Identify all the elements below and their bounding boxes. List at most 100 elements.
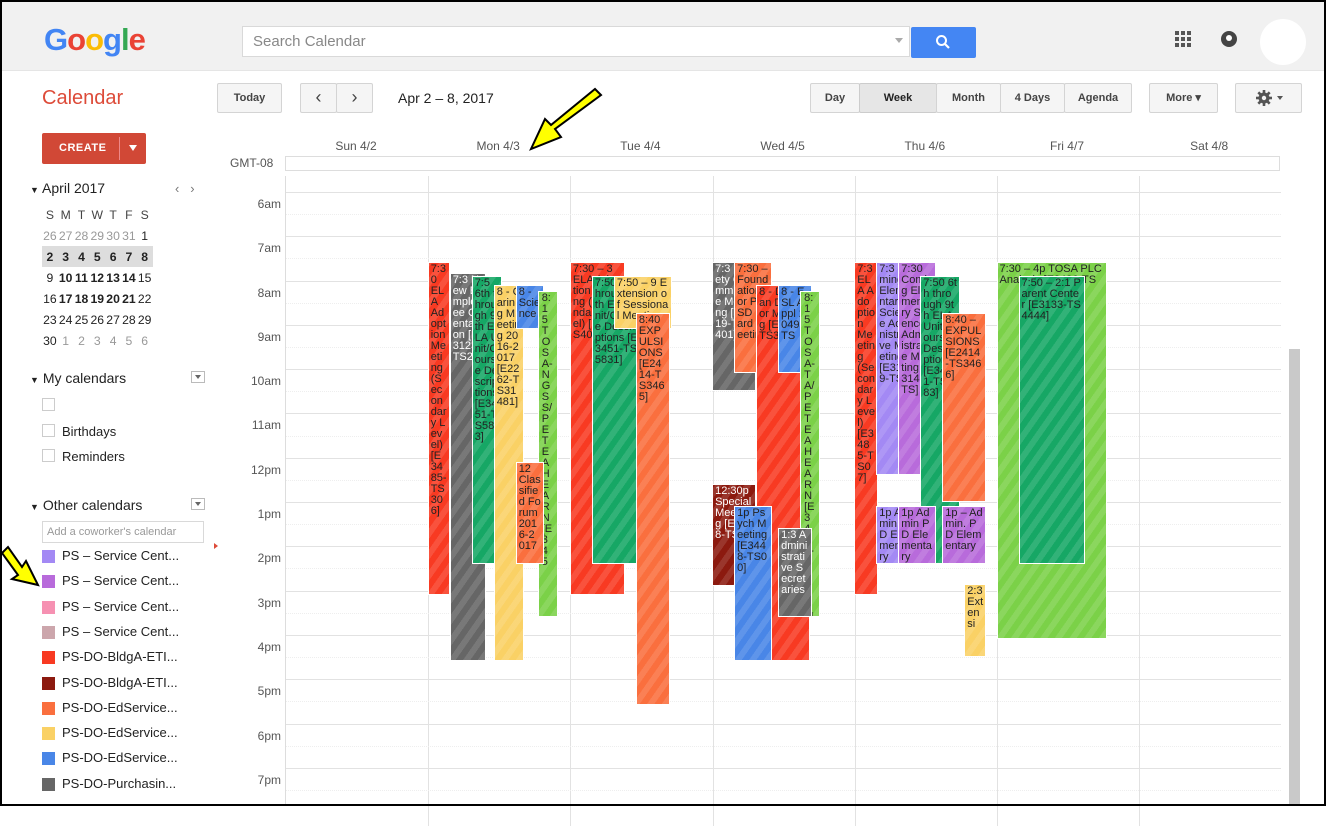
calendar-color-swatch[interactable] (42, 752, 55, 766)
mini-day[interactable]: 15 (137, 267, 153, 288)
view-week-button[interactable]: Week (859, 83, 937, 113)
day-header[interactable]: Sun 4/2 (285, 139, 427, 153)
search-input[interactable]: Search Calendar (242, 26, 910, 57)
calendar-color-swatch[interactable] (42, 701, 55, 715)
other-calendar-item[interactable]: PS-DO-EdService... (62, 750, 178, 765)
other-calendar-item[interactable]: PS-DO-Purchasin... (62, 776, 176, 791)
prev-week-button[interactable]: ‹ (300, 83, 337, 113)
mini-day[interactable]: 19 (89, 288, 105, 309)
mini-day[interactable]: 25 (74, 309, 90, 330)
mini-day[interactable]: 20 (105, 288, 121, 309)
mini-day[interactable]: 30 (42, 330, 58, 351)
calendar-color-swatch[interactable] (42, 777, 55, 791)
create-dropdown-icon[interactable] (129, 145, 137, 151)
apps-grid-icon[interactable] (1175, 31, 1191, 47)
create-button[interactable]: CREATE (42, 133, 146, 164)
all-day-row[interactable] (285, 156, 1280, 171)
add-coworker-input[interactable]: Add a coworker's calendar (42, 521, 204, 543)
other-calendar-item[interactable]: PS – Service Cent... (62, 599, 179, 614)
calendar-event[interactable]: 12 Classified Forum 2016-2017 (515, 461, 544, 564)
mini-day[interactable]: 3 (89, 330, 105, 351)
reminders-checkbox[interactable] (42, 449, 55, 462)
mini-day[interactable]: 8 (136, 246, 153, 267)
mini-day[interactable]: 18 (74, 288, 90, 309)
google-logo[interactable]: Google (44, 22, 146, 58)
next-week-button[interactable]: › (336, 83, 373, 113)
mini-day[interactable]: 24 (58, 309, 74, 330)
birthdays-label[interactable]: Birthdays (62, 424, 116, 439)
calendar-event[interactable]: 7:3 ELA Adoption Meeting (Secondary Leve… (854, 262, 879, 595)
mini-day[interactable]: 12 (89, 267, 105, 288)
search-options-chevron-icon[interactable] (895, 38, 903, 43)
view-4days-button[interactable]: 4 Days (1000, 83, 1065, 113)
mini-day[interactable]: 11 (74, 267, 90, 288)
calendar-event[interactable]: 8:40 EXPULSIONS [E2414-TS3465] (635, 313, 670, 706)
mini-day[interactable]: 26 (42, 225, 58, 246)
search-button[interactable] (911, 27, 976, 58)
mini-day[interactable]: 4 (105, 330, 121, 351)
mini-day[interactable]: 6 (137, 330, 153, 351)
calendar-event[interactable]: 2:3 Extensi (964, 583, 987, 657)
more-button[interactable]: More ▾ (1149, 83, 1218, 113)
avatar[interactable] (1260, 19, 1306, 65)
calendar-color-swatch[interactable] (42, 651, 55, 665)
other-calendar-item[interactable]: PS – Service Cent... (62, 548, 179, 563)
mini-day[interactable]: 29 (137, 309, 153, 330)
other-calendar-item[interactable]: PS-DO-EdService... (62, 700, 178, 715)
mini-day[interactable]: 16 (42, 288, 58, 309)
calendar-event[interactable]: 7:50 – 2:1 Parent Center [E3133-TS4444] (1018, 275, 1085, 564)
mini-day[interactable]: 31 (121, 225, 137, 246)
day-header[interactable]: Wed 4/5 (712, 139, 854, 153)
mini-day[interactable]: 6 (105, 246, 121, 267)
mini-day[interactable]: 1 (58, 330, 74, 351)
mini-day[interactable]: 28 (121, 309, 137, 330)
mini-day[interactable]: 14 (121, 267, 137, 288)
calendar-event[interactable]: 1p – Admin. PD Elementary (942, 506, 987, 564)
mini-day[interactable]: 7 (120, 246, 137, 267)
today-button[interactable]: Today (217, 83, 282, 113)
mini-day[interactable]: 27 (105, 309, 121, 330)
mini-month-header[interactable]: ▼ April 2017 (30, 180, 105, 196)
day-header[interactable]: Thu 4/6 (854, 139, 996, 153)
mini-day[interactable]: 29 (89, 225, 105, 246)
mini-prev-icon[interactable]: ‹ (175, 181, 179, 196)
reminders-label[interactable]: Reminders (62, 449, 125, 464)
mini-day[interactable]: 28 (74, 225, 90, 246)
view-day-button[interactable]: Day (810, 83, 860, 113)
mini-day[interactable]: 5 (89, 246, 106, 267)
scrollbar[interactable] (1289, 349, 1300, 806)
calendar-color-swatch[interactable] (42, 727, 55, 741)
mini-day[interactable]: 5 (121, 330, 137, 351)
calendar-color-swatch[interactable] (42, 676, 55, 690)
other-calendars-header[interactable]: ▼ Other calendars (30, 497, 142, 513)
mini-next-icon[interactable]: › (190, 181, 194, 196)
mini-day[interactable]: 1 (137, 225, 153, 246)
view-month-button[interactable]: Month (936, 83, 1001, 113)
mini-day[interactable]: 23 (42, 309, 58, 330)
mini-day[interactable]: 21 (121, 288, 137, 309)
mini-day[interactable]: 17 (58, 288, 74, 309)
my-calendars-header[interactable]: ▼ My calendars (30, 370, 126, 386)
other-calendar-item[interactable]: PS-DO-EdService... (62, 725, 178, 740)
calendar-event[interactable]: 8:15 TOSA-NGSS/PETE AHEARN[E345 (537, 291, 558, 617)
mini-day[interactable]: 2 (74, 330, 90, 351)
mini-day[interactable]: 2 (42, 246, 58, 267)
other-calendar-item[interactable]: PS – Service Cent... (62, 624, 179, 639)
calendar-event[interactable]: 1p Psych Meeting [E3448-TS00] (734, 506, 773, 662)
calendar-event[interactable]: 1p Admin PD Elementary (898, 506, 937, 564)
other-calendar-item[interactable]: PS-DO-BldgA-ETI... (62, 649, 178, 664)
mini-day[interactable]: 22 (137, 288, 153, 309)
birthdays-checkbox[interactable] (42, 424, 55, 437)
view-agenda-button[interactable]: Agenda (1064, 83, 1132, 113)
mini-day[interactable]: 26 (89, 309, 105, 330)
bell-icon[interactable] (1221, 31, 1237, 47)
mini-day[interactable]: 10 (58, 267, 74, 288)
other-calendar-item[interactable]: PS-DO-BldgA-ETI... (62, 675, 178, 690)
mini-day[interactable]: 3 (57, 246, 74, 267)
mini-day[interactable]: 27 (58, 225, 74, 246)
day-header[interactable]: Sat 4/8 (1138, 139, 1280, 153)
mini-day[interactable]: 13 (105, 267, 121, 288)
other-calendars-menu-icon[interactable] (191, 498, 205, 510)
calendar-color-swatch[interactable] (42, 625, 55, 639)
my-calendar-checkbox[interactable] (42, 398, 55, 411)
